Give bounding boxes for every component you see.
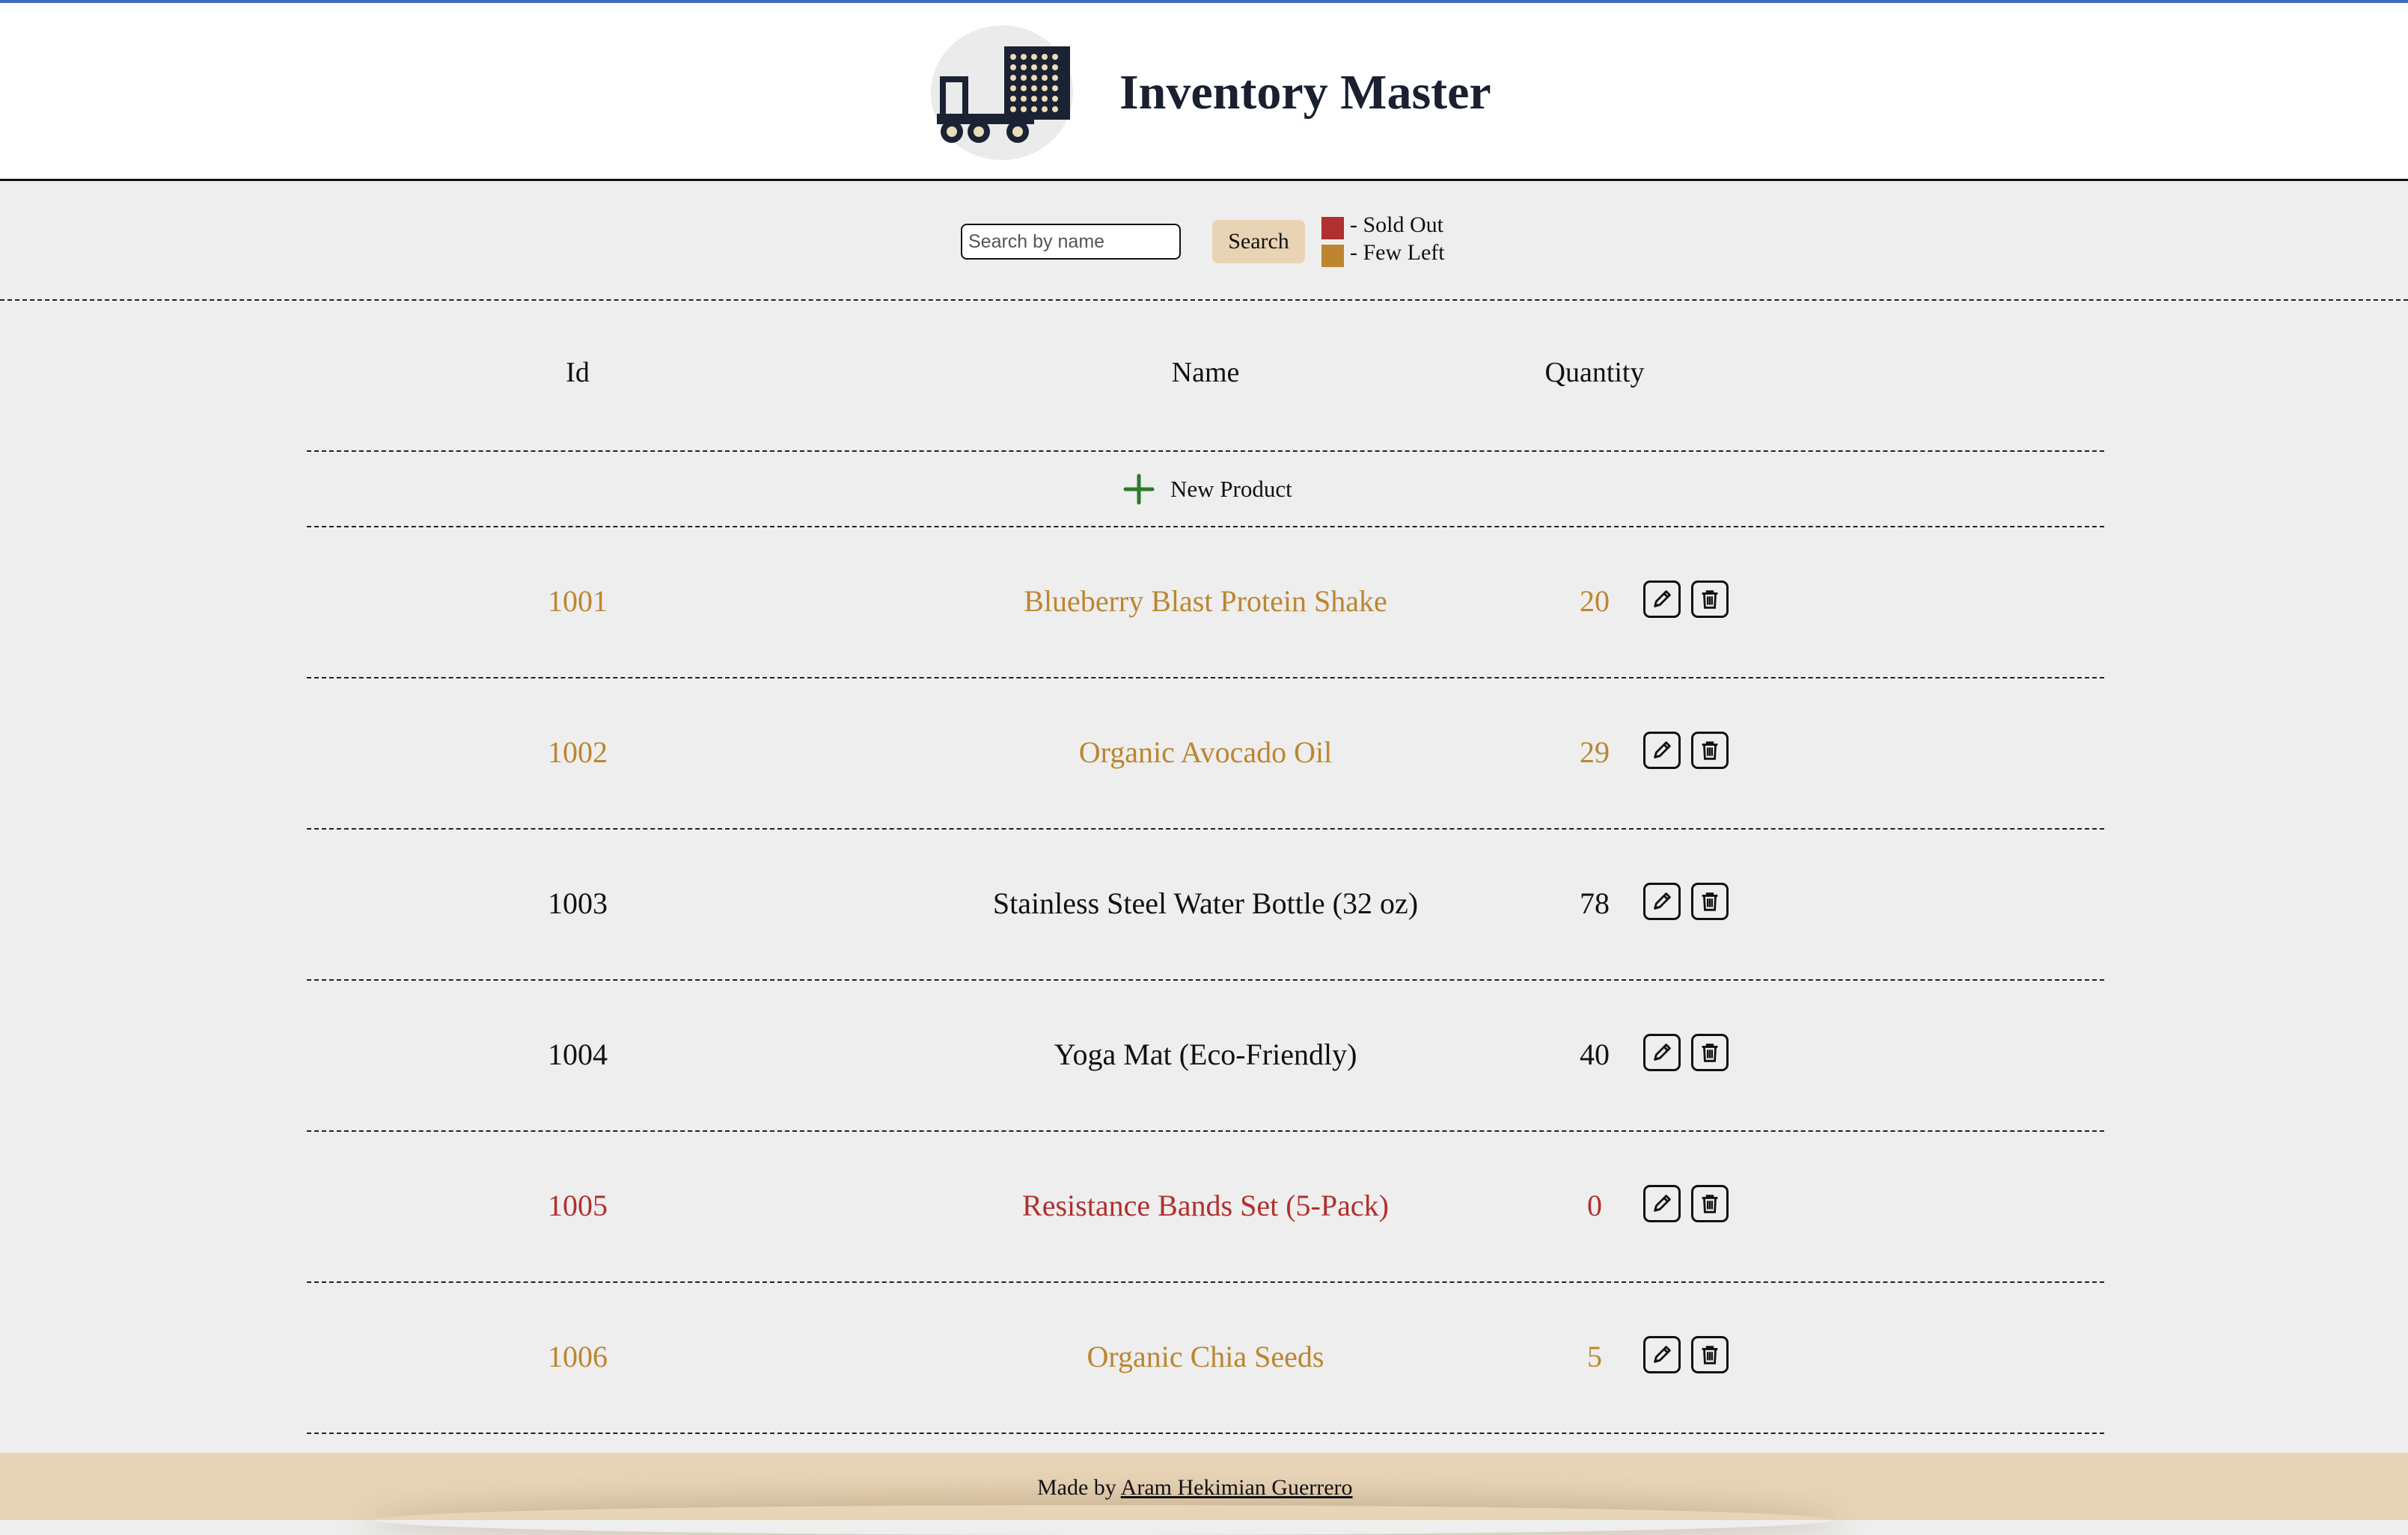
product-quantity: 78 — [1580, 886, 1610, 920]
delete-button[interactable] — [1691, 580, 1729, 618]
product-name: Organic Chia Seeds — [1087, 1340, 1324, 1373]
delete-button[interactable] — [1691, 732, 1729, 769]
product-id: 1001 — [548, 584, 608, 618]
trash-icon — [1702, 1195, 1718, 1213]
column-header-id: Id — [566, 357, 590, 388]
page-footer: Made by Aram Hekimian Guerrero — [0, 1453, 2408, 1520]
legend-swatch-sold-out — [1321, 217, 1344, 239]
product-id: 1002 — [548, 735, 608, 769]
pencil-icon — [1654, 892, 1671, 910]
product-quantity: 29 — [1580, 735, 1610, 769]
trash-icon — [1702, 1346, 1718, 1364]
edit-button[interactable] — [1643, 1336, 1681, 1373]
column-header-quantity: Quantity — [1544, 357, 1645, 388]
trash-icon — [1702, 590, 1718, 609]
product-id: 1003 — [548, 886, 608, 920]
row-divider — [307, 1130, 2104, 1132]
product-quantity: 20 — [1580, 584, 1610, 618]
edit-button[interactable] — [1643, 732, 1681, 769]
pencil-icon — [1654, 1044, 1671, 1061]
truck-logo-icon — [937, 46, 1070, 143]
pencil-icon — [1654, 590, 1671, 607]
product-id: 1005 — [548, 1189, 608, 1222]
footer-author-link[interactable]: Aram Hekimian Guerrero — [1121, 1475, 1353, 1500]
page-title: Inventory Master — [1119, 65, 1491, 120]
product-quantity: 40 — [1580, 1038, 1610, 1071]
product-name: Resistance Bands Set (5-Pack) — [1022, 1189, 1389, 1222]
row-divider — [307, 1281, 2104, 1283]
trash-icon — [1702, 892, 1718, 911]
product-name: Organic Avocado Oil — [1078, 735, 1333, 769]
pencil-icon — [1654, 1346, 1671, 1363]
product-id: 1006 — [548, 1340, 608, 1373]
legend-label-few-left: - Few Left — [1350, 240, 1445, 265]
legend-swatch-few-left — [1321, 245, 1344, 267]
delete-button[interactable] — [1691, 1185, 1729, 1222]
table-divider — [307, 526, 2104, 527]
edit-button[interactable] — [1643, 1185, 1681, 1222]
trash-icon — [1702, 1044, 1718, 1062]
product-quantity: 0 — [1587, 1189, 1602, 1222]
row-divider — [307, 828, 2104, 830]
column-header-name: Name — [1171, 357, 1240, 388]
edit-button[interactable] — [1643, 883, 1681, 920]
footer-credit: Made by Aram Hekimian Guerrero — [1037, 1475, 1353, 1501]
row-divider — [307, 1433, 2104, 1434]
toolbar-divider — [0, 299, 2408, 301]
product-name: Blueberry Blast Protein Shake — [1024, 584, 1387, 618]
footer-prefix: Made by — [1037, 1475, 1116, 1500]
product-name: Stainless Steel Water Bottle (32 oz) — [992, 886, 1419, 920]
delete-button[interactable] — [1691, 883, 1729, 920]
product-quantity: 5 — [1587, 1340, 1602, 1373]
new-product-label: New Product — [1170, 476, 1292, 502]
edit-button[interactable] — [1643, 580, 1681, 618]
pencil-icon — [1654, 1195, 1671, 1212]
product-id: 1004 — [548, 1038, 608, 1071]
table-divider — [307, 450, 2104, 452]
app-header: Inventory Master — [0, 3, 2408, 181]
delete-button[interactable] — [1691, 1336, 1729, 1373]
pencil-icon — [1654, 741, 1671, 759]
search-button[interactable]: Search — [1212, 220, 1305, 263]
product-name: Yoga Mat (Eco-Friendly) — [1054, 1038, 1357, 1071]
legend-label-sold-out: - Sold Out — [1350, 212, 1444, 237]
delete-button[interactable] — [1691, 1034, 1729, 1071]
plus-icon — [1123, 474, 1155, 505]
search-input[interactable] — [961, 224, 1181, 260]
new-product-button[interactable]: New Product — [1122, 471, 1292, 507]
row-divider — [307, 677, 2104, 678]
row-divider — [307, 979, 2104, 981]
edit-button[interactable] — [1643, 1034, 1681, 1071]
trash-icon — [1702, 741, 1718, 760]
